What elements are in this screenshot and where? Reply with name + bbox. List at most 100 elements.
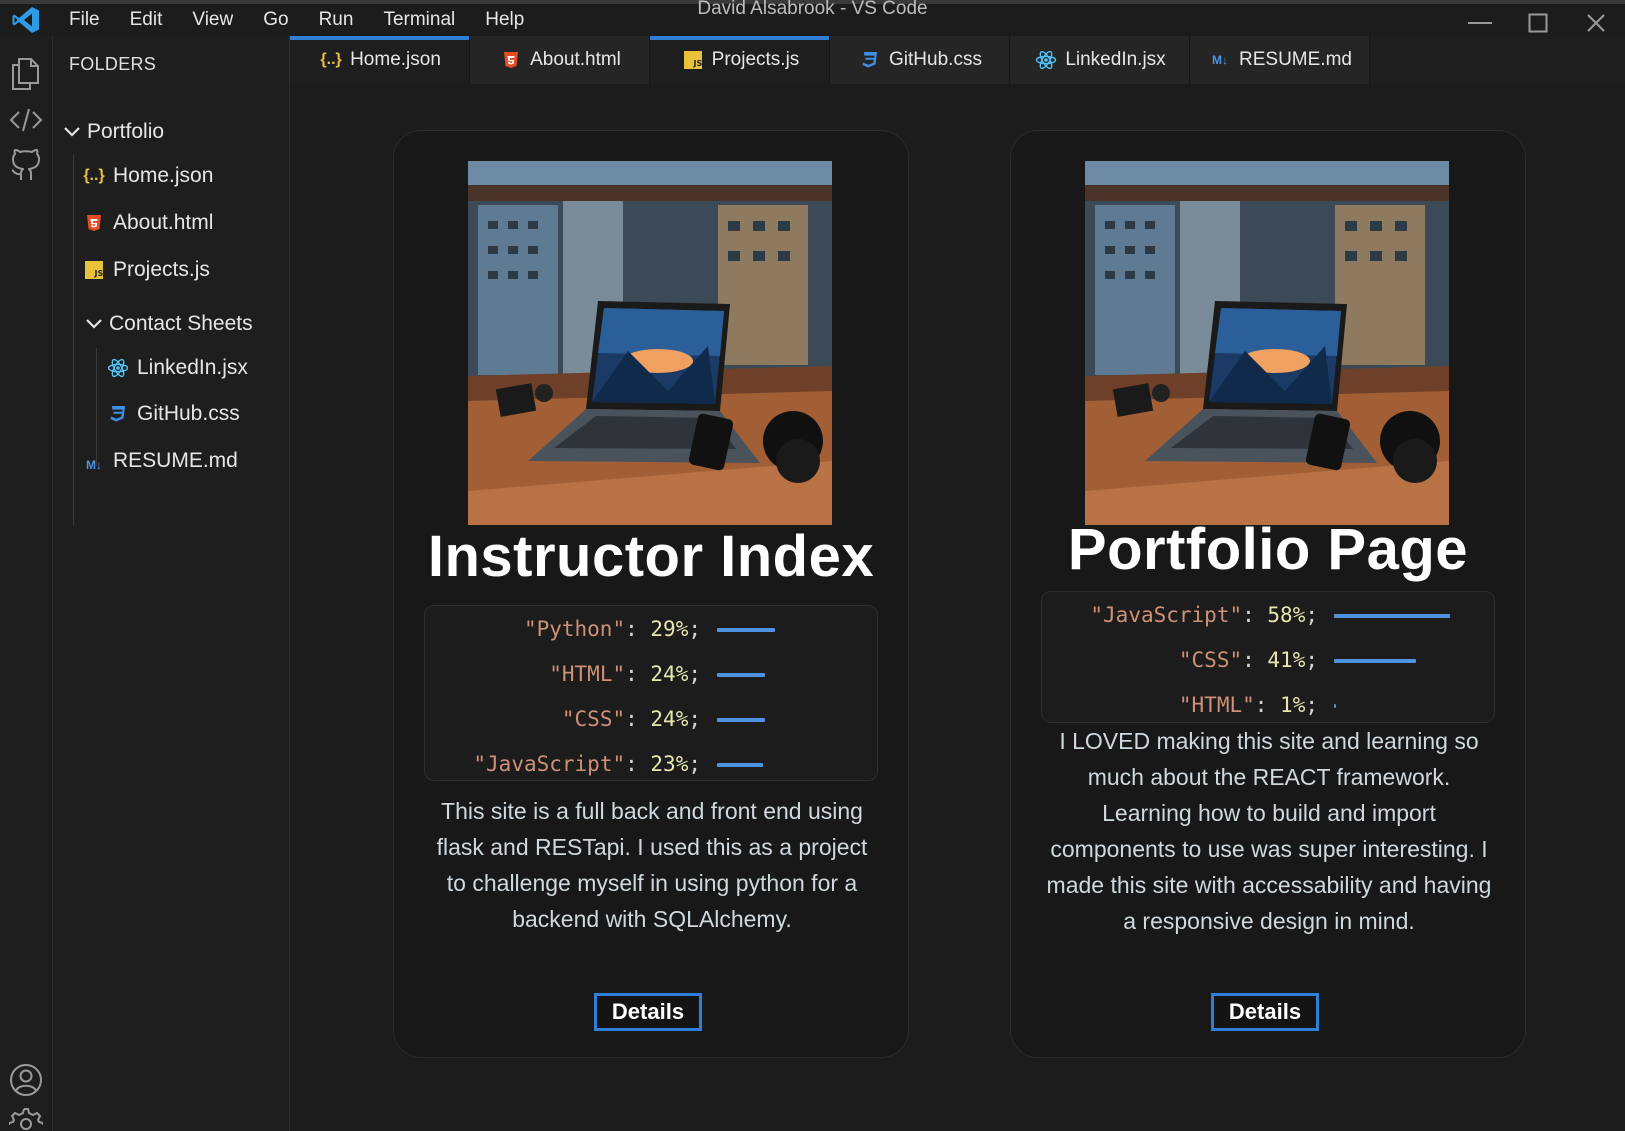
tab-label: LinkedIn.jsx — [1065, 49, 1166, 70]
css3-file-icon — [857, 51, 883, 69]
language-name: "JavaScript" — [1090, 603, 1243, 627]
vscode-logo-icon — [0, 2, 52, 38]
language-bar — [717, 673, 765, 677]
file-label: GitHub.css — [137, 402, 240, 425]
explorer-icon[interactable] — [8, 56, 44, 92]
language-stat-row: "HTML": 24%; — [425, 659, 877, 689]
file-label: Projects.js — [113, 258, 210, 281]
html5-file-icon — [498, 51, 524, 69]
language-name: "JavaScript" — [473, 752, 626, 776]
js-file-icon: JS — [81, 261, 107, 279]
tab-label: GitHub.css — [889, 49, 982, 70]
settings-gear-icon[interactable] — [8, 1106, 44, 1131]
language-stat-row: "CSS": 24%; — [425, 704, 877, 734]
account-icon[interactable] — [8, 1062, 44, 1098]
language-percent: 24% — [650, 662, 689, 686]
markdown-file-icon: M↓ — [1212, 53, 1229, 67]
language-stat-row: "CSS": 41%; — [1042, 645, 1494, 675]
tab-projects-js[interactable]: JS Projects.js — [650, 36, 830, 84]
language-bar — [1334, 704, 1336, 708]
tab-about-html[interactable]: About.html — [470, 36, 650, 84]
css3-file-icon — [105, 405, 131, 423]
menu-help[interactable]: Help — [470, 4, 539, 36]
maximize-button[interactable] — [1509, 8, 1567, 38]
explorer-sidebar: FOLDERS Portfolio {..} Home.json About.h… — [53, 36, 290, 1131]
project-card-portfolio-page: Portfolio Page "JavaScript": 58%; "CSS":… — [1010, 130, 1526, 1058]
file-home-json[interactable]: {..} Home.json — [81, 164, 213, 188]
language-bar — [717, 718, 765, 722]
language-bar — [717, 763, 763, 767]
file-resume-md[interactable]: M↓ RESUME.md — [81, 449, 238, 473]
language-stats-panel: "JavaScript": 58%; "CSS": 41%; "HTML": 1… — [1041, 591, 1495, 723]
folder-label: Portfolio — [87, 120, 165, 143]
language-percent: 58% — [1267, 603, 1306, 627]
project-image-laptop — [1085, 161, 1449, 525]
menu-edit[interactable]: Edit — [115, 4, 178, 36]
folders-heading: FOLDERS — [69, 54, 157, 74]
details-button[interactable]: Details — [1211, 993, 1319, 1031]
minimize-icon — [1468, 22, 1492, 24]
menu-file[interactable]: File — [54, 4, 115, 36]
language-stat-row: "HTML": 1%; — [1042, 690, 1494, 720]
minimize-button[interactable] — [1451, 8, 1509, 38]
file-label: RESUME.md — [113, 449, 238, 472]
file-github-css[interactable]: GitHub.css — [105, 402, 240, 426]
language-name: "CSS" — [1178, 648, 1243, 672]
activity-bar — [0, 36, 53, 1131]
github-icon[interactable] — [8, 148, 44, 184]
close-button[interactable] — [1567, 8, 1625, 38]
menu-bar: File Edit View Go Run Terminal Help — [54, 4, 539, 36]
react-file-icon — [105, 358, 131, 378]
window-controls — [1451, 8, 1625, 38]
project-title: Instructor Index — [427, 524, 875, 589]
folder-label: Contact Sheets — [109, 312, 253, 335]
project-description: I LOVED making this site and learning so… — [1046, 728, 1492, 934]
menu-run[interactable]: Run — [304, 4, 369, 36]
html5-file-icon — [81, 214, 107, 232]
svg-text:JS: JS — [692, 59, 702, 68]
folder-contact-sheets[interactable]: Contact Sheets — [85, 312, 253, 336]
details-button[interactable]: Details — [594, 993, 702, 1031]
js-file-icon: JS — [680, 51, 706, 69]
editor-tab-bar: {..} Home.json About.html JS Projects.js… — [290, 36, 1625, 84]
language-percent: 29% — [650, 617, 689, 641]
code-icon[interactable] — [8, 102, 44, 138]
menu-terminal[interactable]: Terminal — [368, 4, 470, 36]
menu-view[interactable]: View — [177, 4, 248, 36]
tree-indent-guide — [73, 154, 74, 526]
menu-go[interactable]: Go — [248, 4, 303, 36]
project-image-laptop — [468, 161, 832, 525]
language-stat-row: "Python": 29%; — [425, 614, 877, 644]
tab-github-css[interactable]: GitHub.css — [830, 36, 1010, 84]
language-percent: 23% — [650, 752, 689, 776]
language-name: "HTML" — [1178, 693, 1255, 717]
title-bar: File Edit View Go Run Terminal Help Davi… — [0, 0, 1625, 36]
tab-resume-md[interactable]: M↓ RESUME.md — [1190, 36, 1370, 84]
language-bar — [717, 628, 775, 632]
tab-linkedin-jsx[interactable]: LinkedIn.jsx — [1010, 36, 1190, 84]
file-projects-js[interactable]: JS Projects.js — [81, 258, 210, 282]
project-title: Portfolio Page — [1067, 517, 1469, 582]
tab-home-json[interactable]: {..} Home.json — [290, 36, 470, 84]
file-label: Home.json — [113, 164, 214, 187]
tab-label: About.html — [530, 49, 621, 70]
file-label: LinkedIn.jsx — [137, 356, 248, 379]
language-name: "HTML" — [549, 662, 626, 686]
language-name: "CSS" — [561, 707, 626, 731]
react-file-icon — [1033, 50, 1059, 70]
maximize-icon — [1528, 13, 1548, 33]
file-linkedin-jsx[interactable]: LinkedIn.jsx — [105, 356, 248, 380]
tab-label: RESUME.md — [1239, 49, 1352, 70]
chevron-down-icon — [85, 318, 105, 330]
folder-portfolio[interactable]: Portfolio — [63, 120, 164, 144]
close-icon — [1587, 14, 1605, 32]
project-description: This site is a full back and front end u… — [436, 798, 868, 932]
file-about-html[interactable]: About.html — [81, 211, 213, 235]
language-percent: 1% — [1280, 693, 1306, 717]
language-percent: 41% — [1267, 648, 1306, 672]
project-card-instructor-index: Instructor Index "Python": 29%; "HTML": … — [393, 130, 909, 1058]
language-bar — [1334, 659, 1416, 663]
language-percent: 24% — [650, 707, 689, 731]
language-stats-panel: "Python": 29%; "HTML": 24%; "CSS": 24%; … — [424, 605, 878, 781]
language-bar — [1334, 614, 1450, 618]
